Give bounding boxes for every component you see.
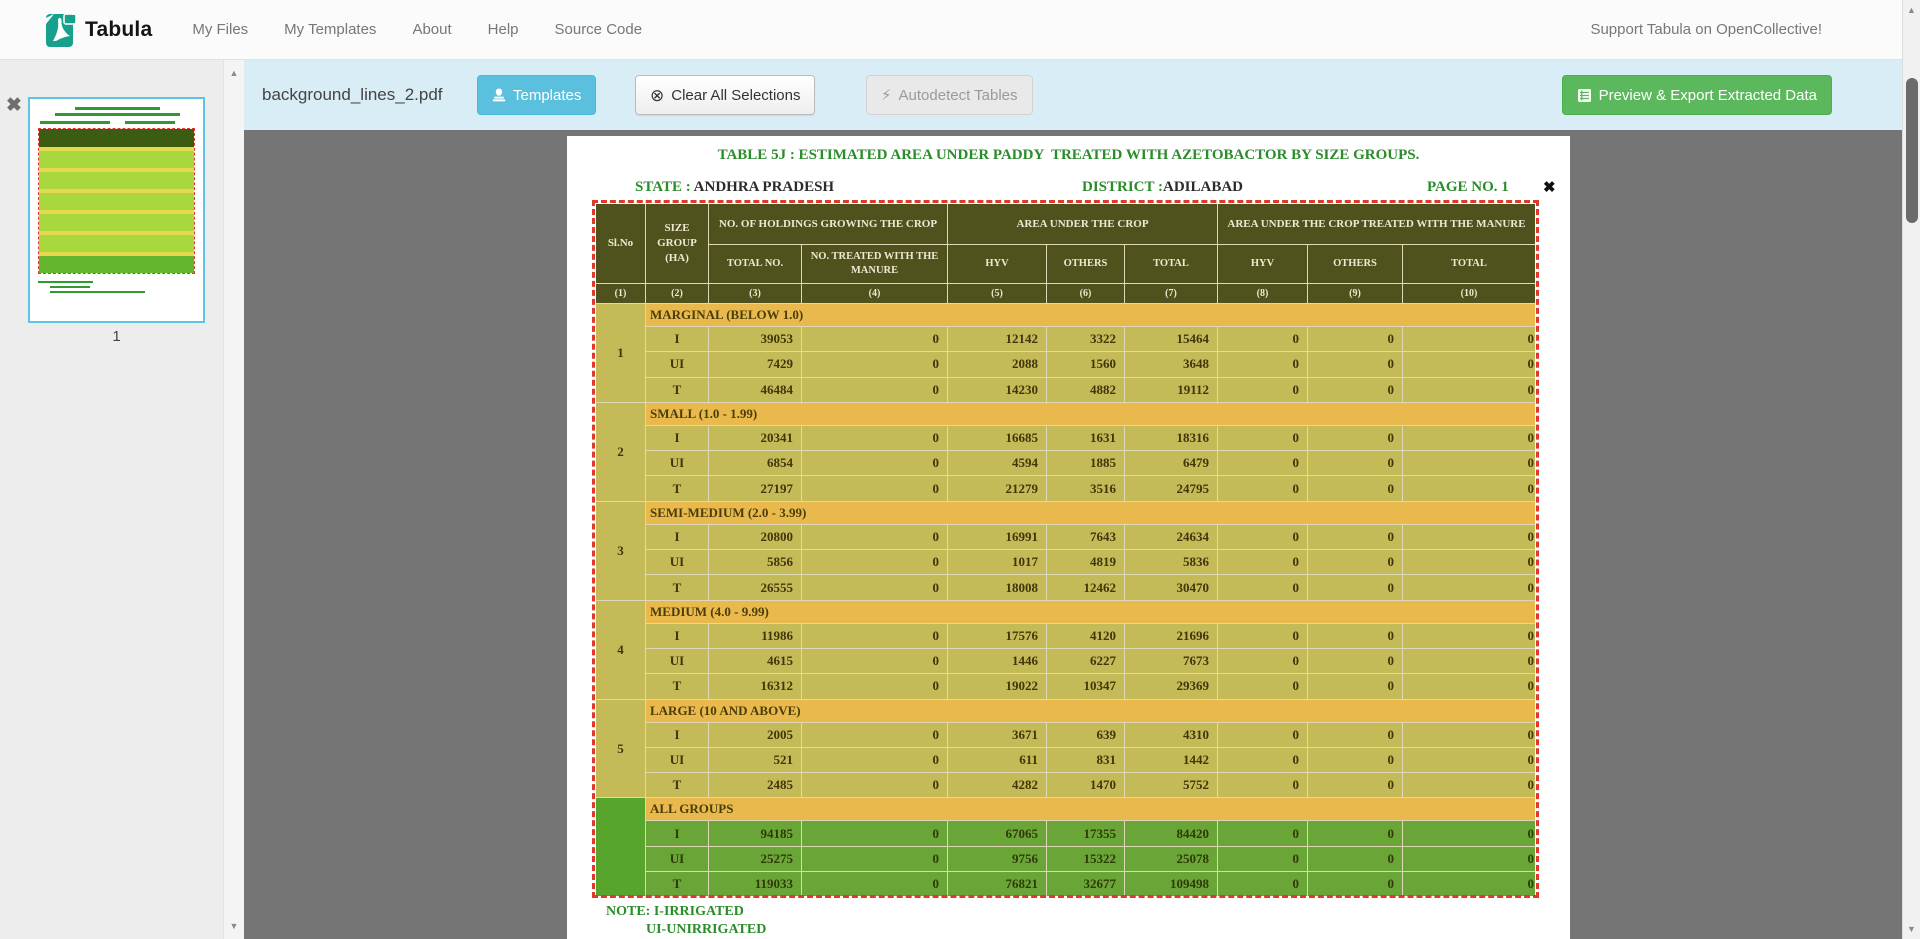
thumb-note-line	[50, 286, 90, 288]
nav-my-templates[interactable]: My Templates	[284, 21, 376, 38]
doc-title: TABLE 5J : ESTIMATED AREA UNDER PADDY TR…	[567, 147, 1570, 164]
thumb-text-line	[40, 121, 110, 124]
note-line: UI-UNIRRIGATED	[606, 921, 766, 939]
support-link[interactable]: Support Tabula on OpenCollective!	[1590, 21, 1822, 38]
mini-table-header	[39, 129, 194, 147]
brand-name: Tabula	[85, 18, 152, 42]
mini-group-rows	[39, 172, 194, 189]
pdf-page[interactable]: TABLE 5J : ESTIMATED AREA UNDER PADDY TR…	[567, 136, 1570, 939]
district-field: DISTRICT :ADILABAD	[1082, 179, 1243, 196]
clear-icon: ⊗	[650, 87, 664, 104]
page-no-field: PAGE NO. 1	[1427, 179, 1509, 196]
mini-group-rows	[39, 256, 194, 273]
thumb-title-line	[55, 113, 180, 116]
mini-group-rows	[39, 235, 194, 252]
scroll-down-icon[interactable]: ▼	[1903, 924, 1920, 934]
mini-group-rows	[39, 214, 194, 231]
state-field: STATE : ANDHRA PRADESH	[635, 179, 834, 196]
clear-selections-button[interactable]: ⊗ Clear All Selections	[635, 75, 815, 115]
thumb-note-line	[38, 281, 93, 283]
scroll-up-icon[interactable]: ▲	[1903, 5, 1920, 15]
lightning-icon: ⚡︎	[881, 88, 892, 103]
nav-my-files[interactable]: My Files	[192, 21, 248, 38]
export-table-icon	[1577, 88, 1592, 103]
doc-notes: NOTE: I-IRRIGATED UI-UNIRRIGATED	[606, 903, 766, 939]
scroll-down-icon[interactable]: ▼	[224, 921, 244, 931]
nav-source-code[interactable]: Source Code	[555, 21, 643, 38]
mini-group-rows	[39, 151, 194, 168]
thumb-text-line	[125, 121, 175, 124]
nav-links: My Files My Templates About Help Source …	[192, 21, 642, 38]
nav-help[interactable]: Help	[488, 21, 519, 38]
autodetect-tables-button[interactable]: ⚡︎ Autodetect Tables	[866, 75, 1033, 115]
sidebar-thumbnails: ✖ 1	[0, 60, 223, 939]
table-selection-box[interactable]	[592, 200, 1539, 898]
templates-button[interactable]: Templates	[477, 75, 596, 115]
sidebar-scrollbar[interactable]: ▲ ▼	[223, 60, 244, 939]
filename-label: background_lines_2.pdf	[262, 60, 443, 130]
remove-file-icon[interactable]: ✖	[6, 96, 22, 115]
page-thumbnail[interactable]	[28, 97, 205, 323]
templates-icon	[492, 88, 506, 102]
brand[interactable]: Tabula	[44, 10, 152, 49]
page-number-label: 1	[28, 328, 205, 345]
scroll-up-icon[interactable]: ▲	[224, 68, 244, 78]
selection-close-icon[interactable]: ✖	[1543, 178, 1556, 196]
navbar: Tabula My Files My Templates About Help …	[0, 0, 1920, 60]
thumbnail-mini-table	[38, 128, 195, 274]
toolbar: background_lines_2.pdf Templates ⊗ Clear…	[244, 60, 1902, 130]
document-workspace: TABLE 5J : ESTIMATED AREA UNDER PADDY TR…	[244, 130, 1902, 939]
window-scrollbar[interactable]: ▲ ▼	[1902, 0, 1920, 939]
note-line: NOTE: I-IRRIGATED	[606, 903, 766, 921]
lock-icon	[64, 11, 76, 25]
scrollbar-thumb[interactable]	[1906, 78, 1918, 223]
thumb-title-line	[75, 107, 160, 110]
nav-about[interactable]: About	[412, 21, 451, 38]
thumb-note-line	[50, 291, 145, 293]
preview-export-button[interactable]: Preview & Export Extracted Data	[1562, 75, 1832, 115]
mini-group-rows	[39, 193, 194, 210]
tabula-logo-icon	[44, 10, 77, 49]
